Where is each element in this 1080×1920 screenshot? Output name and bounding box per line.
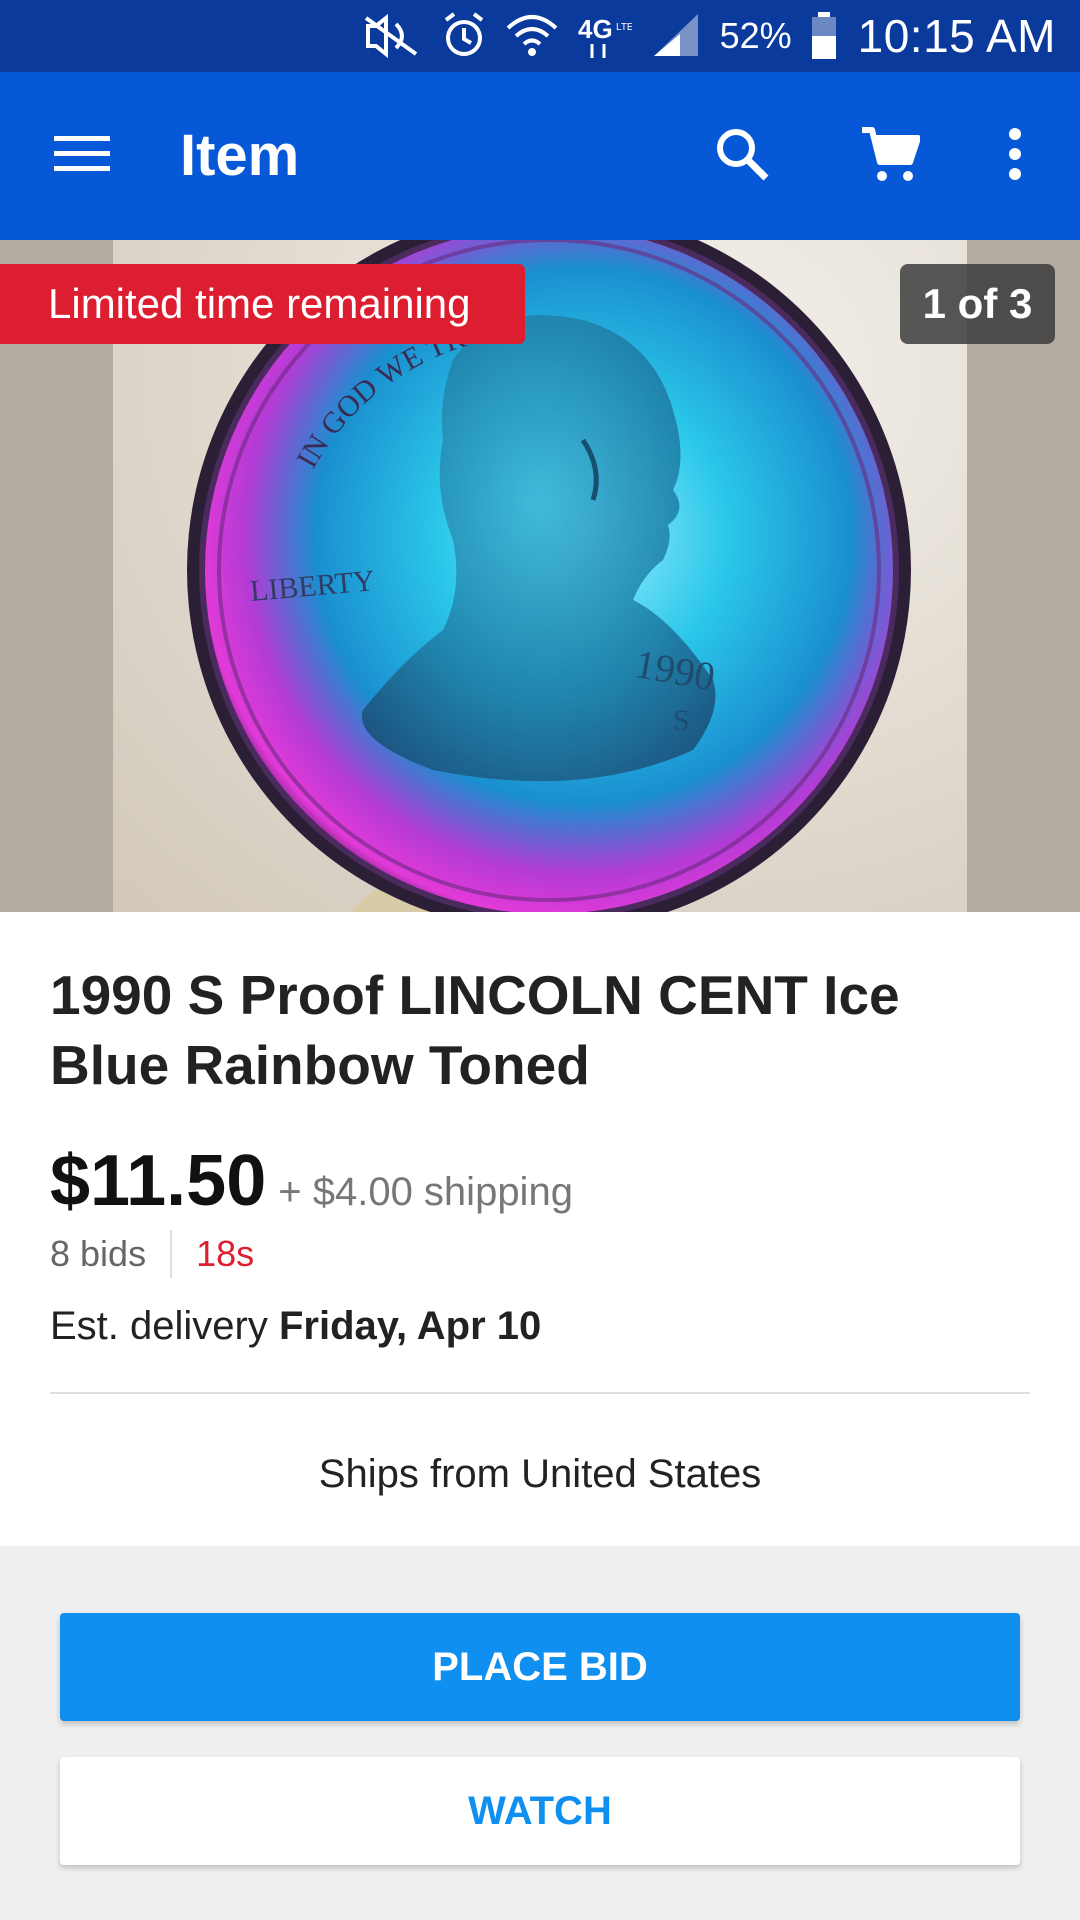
signal-icon xyxy=(650,12,702,60)
item-title: 1990 S Proof LINCOLN CENT Ice Blue Rainb… xyxy=(50,964,900,1096)
watch-button[interactable]: WATCH xyxy=(60,1757,1020,1865)
shipping-cost: + $4.00 shipping xyxy=(278,1170,573,1214)
alarm-icon xyxy=(440,12,488,60)
mute-icon xyxy=(362,14,422,58)
divider xyxy=(170,1230,173,1278)
delivery-date: Friday, Apr 10 xyxy=(278,1304,542,1348)
more-options-button[interactable] xyxy=(990,124,1040,188)
limited-time-badge: Limited time remaining xyxy=(0,264,525,344)
search-icon xyxy=(714,126,770,187)
svg-text:S: S xyxy=(673,704,690,737)
item-image-gallery[interactable]: LIBERTY 1990 S IN GOD WE TRUST Limited t… xyxy=(0,240,1080,912)
page-title: Item xyxy=(180,123,300,188)
lte-icon: 4G LTE xyxy=(576,12,632,60)
ships-from: Ships from United States xyxy=(318,1452,762,1496)
image-counter: 1 of 3 xyxy=(900,264,1055,344)
estimated-delivery: Est. delivery Friday, Apr 10 xyxy=(50,1304,541,1349)
battery-icon xyxy=(810,12,838,60)
divider xyxy=(50,1392,1030,1394)
current-price: $11.50 xyxy=(50,1141,267,1221)
status-icons: 4G LTE 52% xyxy=(362,12,838,60)
time-left: 18s xyxy=(196,1233,255,1274)
app-bar: Item xyxy=(0,72,1080,240)
status-bar: 4G LTE 52% 10:15 AM xyxy=(0,0,1080,72)
menu-icon xyxy=(54,134,110,179)
svg-text:4G: 4G xyxy=(578,14,613,44)
search-button[interactable] xyxy=(710,124,774,188)
bids-row: 8 bids 18s xyxy=(50,1230,254,1278)
price-row: $11.50 + $4.00 shipping xyxy=(50,1140,573,1222)
status-time: 10:15 AM xyxy=(857,10,1056,62)
place-bid-button[interactable]: PLACE BID xyxy=(60,1613,1020,1721)
bid-count[interactable]: 8 bids xyxy=(50,1233,146,1275)
cart-icon xyxy=(860,124,921,189)
menu-button[interactable] xyxy=(50,124,114,188)
delivery-label: Est. delivery xyxy=(50,1304,268,1348)
item-details-card: 1990 S Proof LINCOLN CENT Ice Blue Rainb… xyxy=(0,912,1080,1546)
cart-button[interactable] xyxy=(858,124,922,188)
wifi-icon xyxy=(506,12,558,60)
svg-text:LTE: LTE xyxy=(616,22,632,33)
more-vert-icon xyxy=(1007,127,1023,185)
battery-percent: 52% xyxy=(719,15,792,56)
